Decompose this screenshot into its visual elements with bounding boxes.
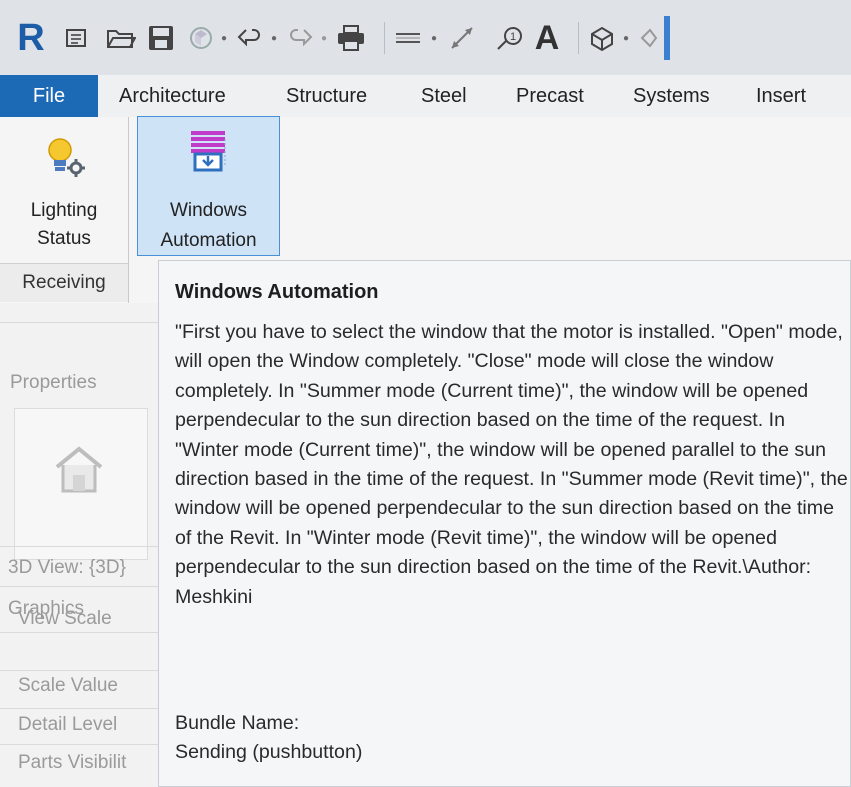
3d-view-icon[interactable] [586,18,618,58]
divider [0,708,160,709]
lighting-status-label-2: Status [37,228,91,249]
windows-automation-label-1: Windows [169,200,248,221]
windows-automation-label-2: Automation [160,230,257,251]
bundle-name-value: Sending (pushbutton) [175,741,363,764]
divider [0,322,160,323]
aligned-dimension-icon[interactable] [446,18,478,58]
tab-systems[interactable]: Systems [633,75,710,117]
dropdown-caret-icon[interactable]: ● [428,18,440,58]
text-icon[interactable]: A [530,18,564,58]
revit-logo[interactable]: R [14,17,48,59]
open-folder-icon[interactable] [104,18,138,58]
tooltip-windows-automation: Windows Automation "First you have to se… [158,260,851,787]
measure-icon[interactable] [392,18,424,58]
redo-icon[interactable] [284,18,316,58]
property-row: Parts Visibilit [18,752,127,773]
bundle-name-label: Bundle Name: [175,712,300,734]
property-row: Detail Level [18,714,118,735]
divider [0,744,160,745]
section-icon[interactable] [636,18,662,58]
quick-access-toolbar: R ● ● ● ● 1 A ● [0,0,851,75]
toolbar-divider [578,22,579,54]
property-row: View Scale [18,608,112,629]
windows-automation-button[interactable]: Windows Automation [137,116,280,256]
lighting-status-button[interactable]: Lighting Status [0,124,128,260]
tag-icon[interactable]: 1 [494,18,526,58]
dropdown-caret-icon[interactable]: ● [318,18,330,58]
svg-text:1: 1 [510,31,516,43]
tab-precast[interactable]: Precast [516,75,584,117]
properties-title: Properties [10,372,97,393]
lightbulb-gear-icon [45,134,85,184]
ribbon-tab-bar: File Architecture Structure Steel Precas… [0,75,851,118]
sync-icon[interactable] [186,18,216,58]
dropdown-caret-icon[interactable]: ● [218,18,230,58]
tab-file[interactable]: File [0,75,98,117]
print-icon[interactable] [334,18,368,58]
divider [0,546,160,547]
divider [0,670,160,671]
tab-architecture[interactable]: Architecture [119,75,226,117]
panel-divider [128,117,129,303]
dropdown-caret-icon[interactable]: ● [620,18,632,58]
tooltip-title: Windows Automation [175,281,379,303]
property-row: Scale Value [18,675,118,696]
window-blinds-icon [187,129,229,175]
tab-insert[interactable]: Insert [756,75,806,117]
divider [0,586,160,587]
toolbar-divider [384,22,385,54]
tooltip-bundle-info: Bundle Name: Sending (pushbutton) [175,709,362,768]
tab-structure[interactable]: Structure [286,75,367,117]
tab-steel[interactable]: Steel [421,75,467,117]
save-icon[interactable] [144,18,178,58]
house-icon [51,441,107,502]
divider [0,632,160,633]
undo-icon[interactable] [234,18,266,58]
dropdown-caret-icon[interactable]: ● [268,18,280,58]
tooltip-description: "First you have to select the window tha… [175,321,848,608]
lighting-status-label-1: Lighting [30,200,98,221]
info-center-icon[interactable] [62,18,90,58]
type-selector[interactable] [14,408,148,560]
panel-title-receiving: Receiving [0,263,128,302]
view-type-selector[interactable]: 3D View: {3D} [8,557,160,579]
overflow-edge [664,16,670,60]
